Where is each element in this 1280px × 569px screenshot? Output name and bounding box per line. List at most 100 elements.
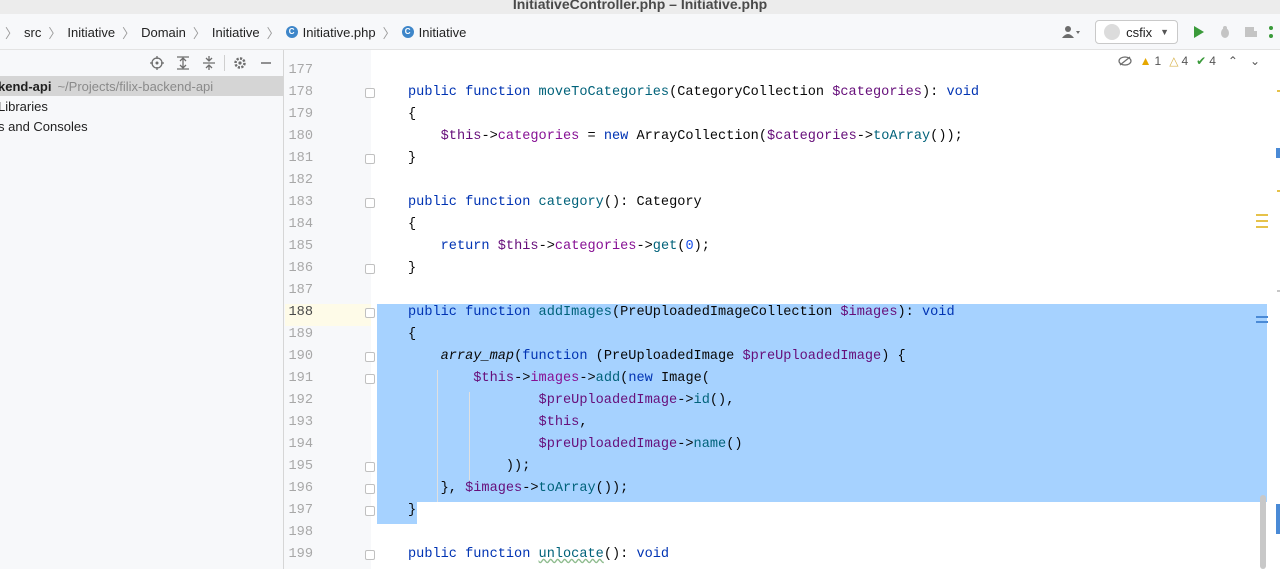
line-number: 182 <box>288 173 313 188</box>
typos-count[interactable]: ✔ 4 <box>1196 54 1216 68</box>
fold-marker[interactable] <box>365 308 375 318</box>
chevron-right-icon: 〉 <box>382 25 396 41</box>
code-line: 188 public function addImages(PreUploade… <box>285 302 1280 324</box>
line-number: 178 <box>288 85 313 100</box>
line-number: 177 <box>288 63 313 78</box>
line-number: 179 <box>288 107 313 122</box>
typos-count-label: 4 <box>1209 54 1216 68</box>
breadcrumb-item-domain[interactable]: 〉 Domain <box>115 23 186 42</box>
code-line: 178 public function moveToCategories(Cat… <box>285 82 1280 104</box>
line-number: 181 <box>288 151 313 166</box>
chevron-right-icon: 〉 <box>48 25 62 41</box>
stripe-mark <box>1256 220 1268 222</box>
code-text: $this->categories = new ArrayCollection(… <box>440 129 963 144</box>
project-panel: kend-api ~/Projects/filix-backend-api Li… <box>0 50 284 569</box>
stripe-mark <box>1256 316 1268 318</box>
stripe-mark <box>1276 148 1280 158</box>
eye-off-icon <box>1118 56 1132 66</box>
line-number: 197 <box>288 503 313 518</box>
breadcrumb: 〉 src 〉 Initiative 〉 Domain 〉 Initiative… <box>0 14 466 50</box>
debug-button[interactable] <box>1212 20 1238 44</box>
breadcrumb-label: Initiative <box>418 24 467 40</box>
line-number: 188 <box>288 305 313 320</box>
tree-item-scratches[interactable]: s and Consoles <box>0 116 283 136</box>
warnings-count[interactable]: ▲ 1 <box>1140 54 1162 68</box>
line-number: 183 <box>288 195 313 210</box>
code-editor[interactable]: 177 178 public function moveToCategories… <box>285 50 1280 569</box>
toolbar-right: csfix ▼ <box>1057 14 1280 50</box>
class-icon: C <box>401 26 414 38</box>
fold-marker[interactable] <box>365 352 375 362</box>
collapse-all-icon[interactable] <box>198 52 220 74</box>
code-line: 181 } <box>285 148 1280 170</box>
code-line: 180 $this->categories = new ArrayCollect… <box>285 126 1280 148</box>
fold-marker[interactable] <box>365 198 375 208</box>
project-root-name: kend-api <box>0 78 52 94</box>
breadcrumb-label: Initiative <box>67 24 116 40</box>
code-line: 192 $preUploadedImage->id(), <box>285 390 1280 412</box>
run-config-label: csfix <box>1126 24 1153 40</box>
line-number: 196 <box>288 481 313 496</box>
breadcrumb-item-initiative-dir[interactable]: 〉 Initiative <box>186 23 260 42</box>
expand-all-icon[interactable] <box>172 52 194 74</box>
project-root-node[interactable]: kend-api ~/Projects/filix-backend-api <box>0 76 283 96</box>
play-icon <box>1194 26 1204 38</box>
fold-marker[interactable] <box>365 154 375 164</box>
previous-highlight-button[interactable]: ⌃ <box>1228 54 1238 68</box>
git-icon <box>1269 26 1273 38</box>
breadcrumb-item-file[interactable]: 〉 C Initiative.php <box>260 23 376 42</box>
run-button[interactable] <box>1186 20 1212 44</box>
code-text: }, $images->toArray()); <box>408 481 629 496</box>
code-text: $this, <box>538 415 588 430</box>
fold-marker[interactable] <box>365 462 375 472</box>
reader-mode-toggle[interactable] <box>1118 56 1132 66</box>
line-number: 195 <box>288 459 313 474</box>
breadcrumb-item-class[interactable]: 〉 C Initiative <box>376 23 467 42</box>
weak-warnings-count[interactable]: △ 4 <box>1169 54 1188 68</box>
stripe-mark <box>1256 226 1268 228</box>
code-text: { <box>408 327 417 342</box>
fold-marker[interactable] <box>365 88 375 98</box>
scrollbar-thumb[interactable] <box>1260 495 1266 569</box>
code-line: 187 <box>285 280 1280 302</box>
vcs-user-button[interactable] <box>1057 20 1087 44</box>
code-text: $preUploadedImage->id(), <box>538 393 735 408</box>
tree-item-libraries[interactable]: Libraries <box>0 96 283 116</box>
code-line: 179 { <box>285 104 1280 126</box>
line-number: 193 <box>288 415 313 430</box>
fold-marker[interactable] <box>365 550 375 560</box>
hide-panel-icon[interactable] <box>255 52 277 74</box>
run-config-dropdown[interactable]: csfix ▼ <box>1095 20 1178 44</box>
weak-warning-icon: △ <box>1169 54 1179 68</box>
window-title: InitiativeController.php – Initiative.ph… <box>512 0 768 12</box>
code-line: 195 )); <box>285 456 1280 478</box>
git-button[interactable] <box>1264 20 1280 44</box>
locate-icon[interactable] <box>146 52 168 74</box>
code-text: } <box>408 151 417 166</box>
fold-marker[interactable] <box>365 264 375 274</box>
breadcrumb-item-src[interactable]: 〉 src <box>0 23 41 42</box>
toolbar-divider <box>224 55 225 71</box>
chevron-up-icon: ⌃ <box>1227 54 1238 68</box>
breadcrumb-item-initiative[interactable]: 〉 Initiative <box>41 23 115 42</box>
line-number: 192 <box>288 393 313 408</box>
code-line: 191 $this->images->add(new Image( <box>285 368 1280 390</box>
error-stripe[interactable] <box>1252 50 1280 569</box>
code-text: $this->images->add(new Image( <box>473 371 710 386</box>
code-line: 185 return $this->categories->get(0); <box>285 236 1280 258</box>
code-line: 182 <box>285 170 1280 192</box>
coverage-button[interactable] <box>1238 20 1264 44</box>
project-toolbar <box>0 50 283 76</box>
gear-icon[interactable] <box>229 52 251 74</box>
line-number: 187 <box>288 283 313 298</box>
fold-marker[interactable] <box>365 374 375 384</box>
code-line: 189 { <box>285 324 1280 346</box>
line-number: 199 <box>288 547 313 562</box>
chevron-down-icon: ▼ <box>1160 27 1169 37</box>
code-text: public function moveToCategories(Categor… <box>408 85 980 100</box>
fold-marker[interactable] <box>365 484 375 494</box>
fold-marker[interactable] <box>365 506 375 516</box>
code-text: { <box>408 217 417 232</box>
stripe-mark <box>1256 214 1268 216</box>
chevron-right-icon: 〉 <box>192 25 206 41</box>
